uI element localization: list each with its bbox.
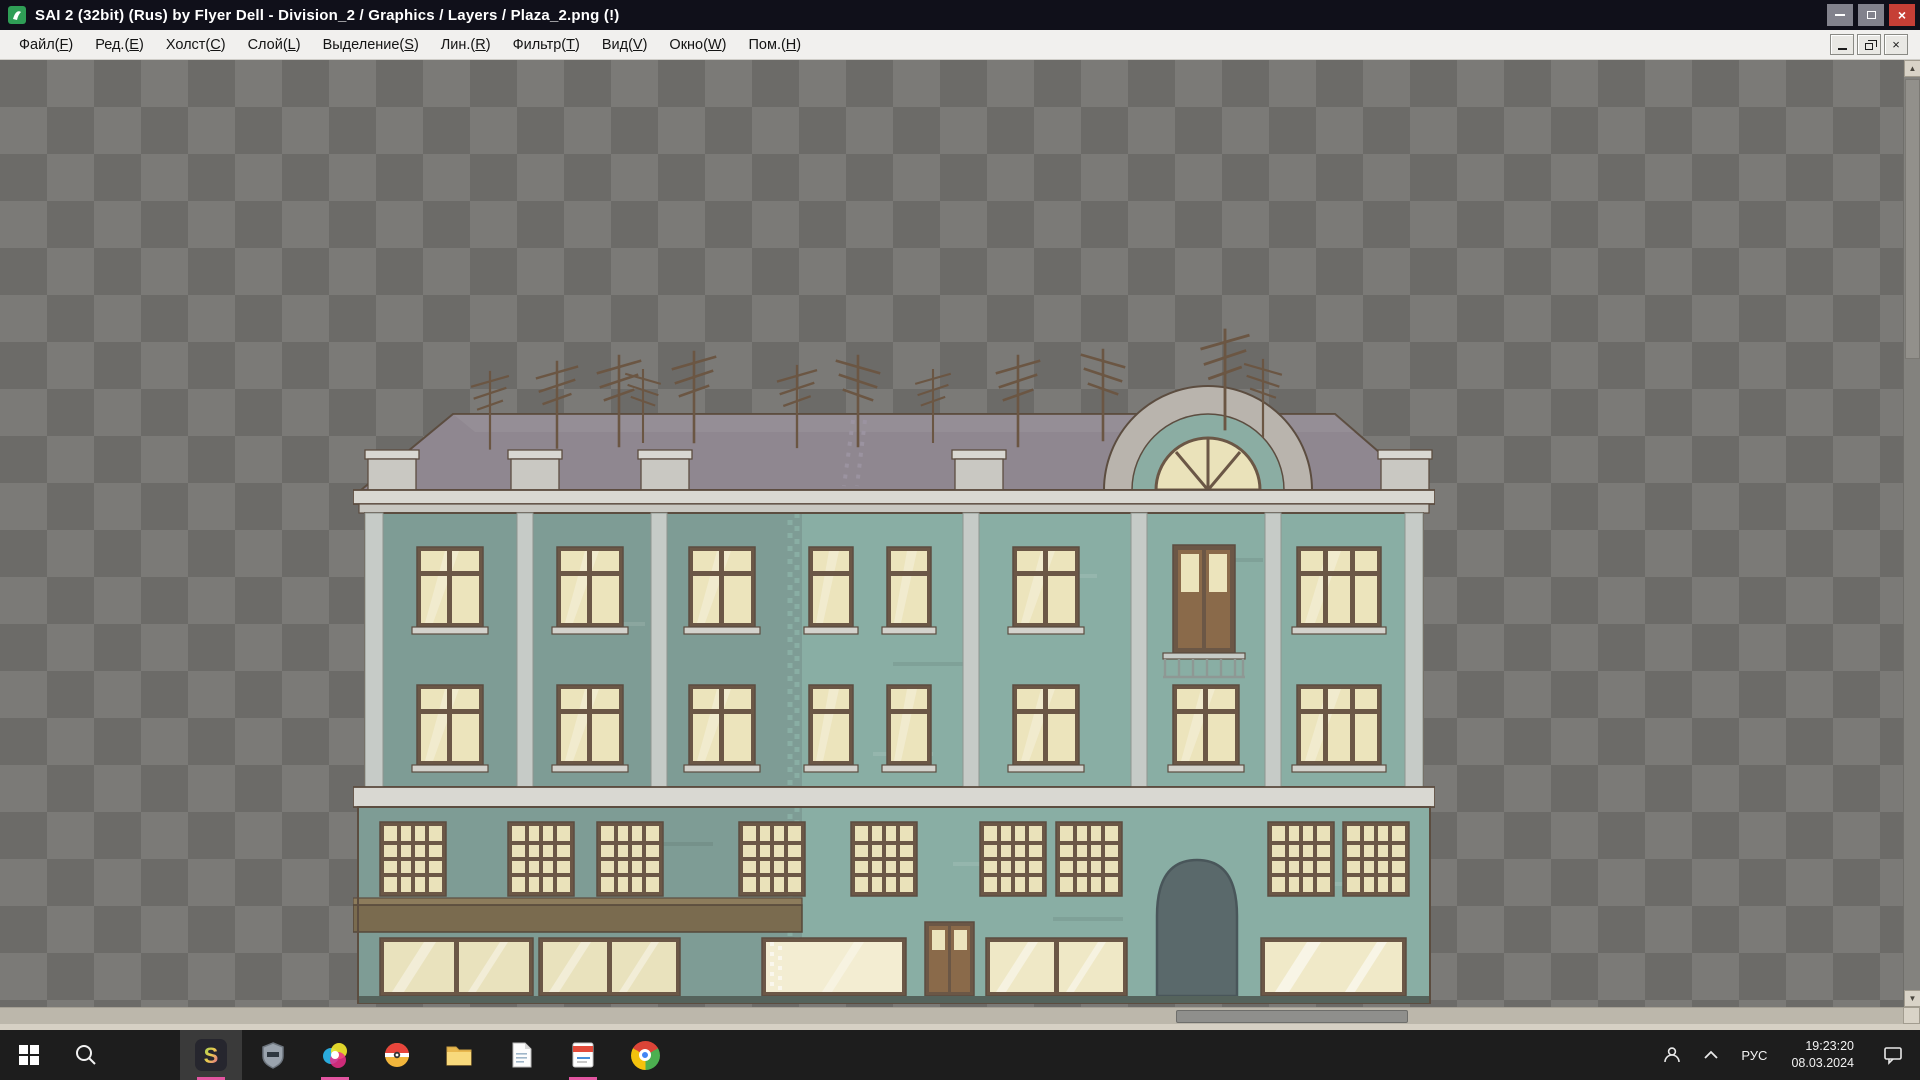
search-icon [74,1043,98,1067]
ground-floor [353,807,1430,1004]
round-app-icon [382,1040,412,1070]
taskbar-app-game[interactable] [242,1030,304,1080]
taskbar-app-paint[interactable] [304,1030,366,1080]
people-button[interactable] [1651,1030,1693,1080]
scrollbar-corner [1903,1007,1920,1024]
svg-text:S: S [204,1043,219,1068]
horizontal-scrollbar-thumb[interactable] [1176,1010,1408,1023]
awning [353,898,802,932]
notification-icon [1883,1045,1903,1065]
sai2-icon: S [195,1039,227,1071]
paint-splat-icon [320,1040,350,1070]
people-icon [1662,1045,1682,1065]
close-button[interactable]: × [1889,4,1915,26]
balcony-door [1163,545,1245,677]
clock-date: 08.03.2024 [1791,1055,1854,1072]
taskbar-app-notes[interactable] [552,1030,614,1080]
title-bar: SAI 2 (32bit) (Rus) by Flyer Dell - Divi… [0,0,1920,30]
canvas-artwork-building [353,322,1435,1004]
language-indicator[interactable]: РУС [1729,1030,1779,1080]
taskbar-app-chrome[interactable] [614,1030,676,1080]
game-icon [258,1040,288,1070]
taskbar: S [0,1030,1920,1080]
entrance-doors [925,922,974,996]
menu-item-edit[interactable]: Ред.(E) [84,30,155,59]
notebook-icon [568,1040,598,1070]
desktop: SAI 2 (32bit) (Rus) by Flyer Dell - Divi… [0,0,1920,1080]
scroll-up-button[interactable]: ▲ [1904,60,1920,77]
app-icon [8,6,26,24]
minimize-icon [1838,48,1847,50]
arch-passage [1157,860,1237,996]
chrome-icon [631,1041,660,1070]
chevron-up-icon [1703,1049,1719,1061]
cornice [353,490,1435,513]
minimize-icon [1835,14,1845,16]
doc-minimize-button[interactable] [1830,34,1854,55]
maximize-button[interactable] [1858,4,1884,26]
system-tray: РУС 19:23:20 08.03.2024 [1651,1030,1920,1080]
menu-item-line[interactable]: Лин.(R) [430,30,502,59]
dormer-arch [1104,386,1312,490]
menu-item-file[interactable]: Файл(F) [8,30,84,59]
taskbar-app-notepad[interactable] [490,1030,552,1080]
menu-item-layer[interactable]: Слой(L) [237,30,312,59]
doc-restore-button[interactable] [1857,34,1881,55]
search-button[interactable] [58,1030,114,1080]
restore-icon [1865,43,1873,50]
window-title: SAI 2 (32bit) (Rus) by Flyer Dell - Divi… [35,7,619,24]
menu-item-filter[interactable]: Фильтр(T) [502,30,591,59]
action-center-button[interactable] [1866,1030,1920,1080]
clock-time: 19:23:20 [1791,1038,1854,1055]
minimize-button[interactable] [1827,4,1853,26]
clock[interactable]: 19:23:20 08.03.2024 [1779,1030,1866,1080]
maximize-icon [1867,11,1876,19]
tray-expand-button[interactable] [1693,1030,1729,1080]
horizontal-scrollbar[interactable] [0,1007,1903,1024]
folder-icon [444,1040,474,1070]
menu-bar: Файл(F) Ред.(E) Холст(C) Слой(L) Выделен… [0,30,1920,60]
doc-close-button[interactable]: × [1884,34,1908,55]
menu-item-help[interactable]: Пом.(H) [737,30,812,59]
canvas-viewport[interactable] [0,60,1903,1007]
vertical-scrollbar-thumb[interactable] [1905,79,1920,359]
taskbar-app-explorer[interactable] [428,1030,490,1080]
taskbar-app-round[interactable] [366,1030,428,1080]
taskbar-spacer [114,1030,180,1080]
windows-logo-icon [18,1044,40,1066]
scroll-down-button[interactable]: ▼ [1904,990,1920,1007]
mid-band [353,787,1435,807]
menu-item-view[interactable]: Вид(V) [591,30,659,59]
document-window-controls: × [1830,34,1908,55]
notepad-icon [506,1040,536,1070]
menu-item-canvas[interactable]: Холст(C) [155,30,237,59]
taskbar-app-sai2[interactable]: S [180,1030,242,1080]
menu-item-window[interactable]: Окно(W) [658,30,737,59]
vertical-scrollbar[interactable]: ▲ ▼ [1903,60,1920,1007]
menu-item-selection[interactable]: Выделение(S) [312,30,430,59]
start-button[interactable] [0,1030,58,1080]
